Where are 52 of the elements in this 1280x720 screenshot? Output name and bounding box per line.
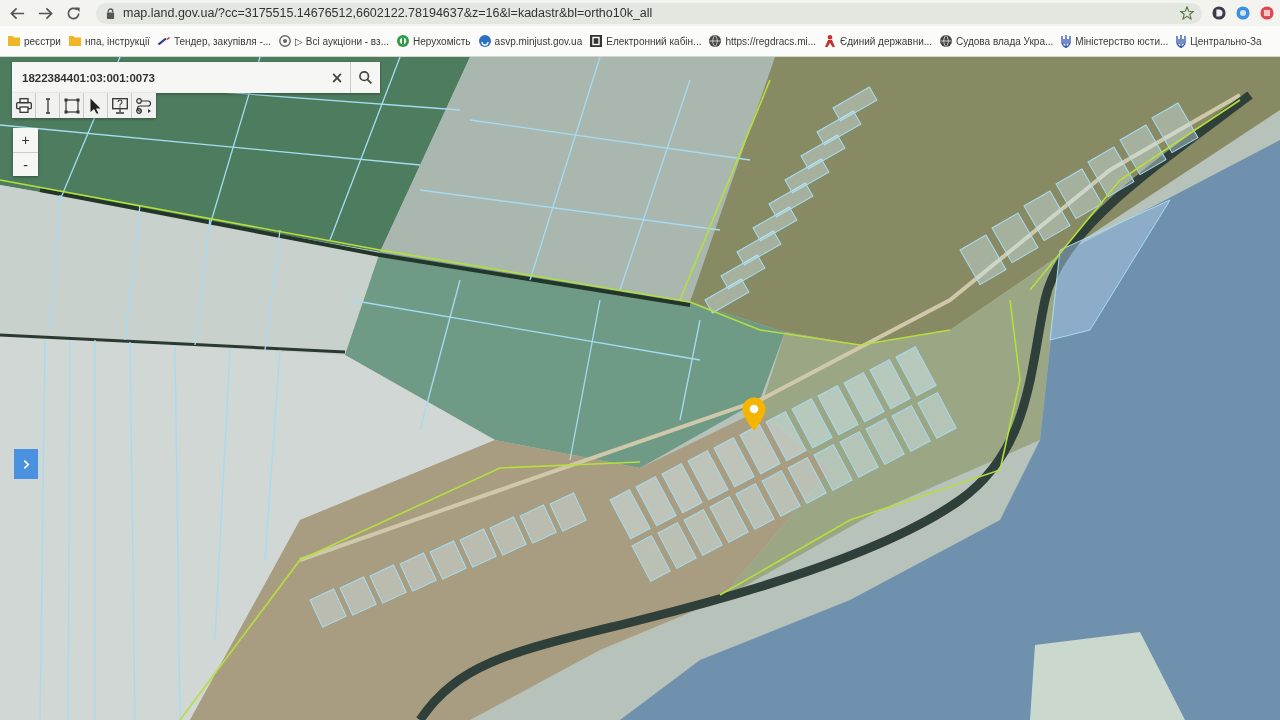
address-bar[interactable]: map.land.gov.ua/?cc=3175515.14676512,6602122.78194637&z=16&l=kadastr&bl=ortho10k_all [96,2,1202,24]
ring-icon [279,35,292,47]
bookmark-folder[interactable]: нпа, інструкції [64,30,154,52]
measure-distance-button[interactable] [36,93,60,118]
bookmark-link[interactable]: ▷ Всі аукціони - вз... [275,30,393,52]
search-icon [359,71,372,84]
zoom-in-button[interactable]: + [13,128,38,152]
search-field[interactable]: 1822384401:03:001:0073 [12,62,324,93]
select-button[interactable] [84,93,108,118]
chevron-right-icon [22,458,30,470]
bookmark-link[interactable]: Нерухомість [393,30,475,52]
ruler-icon [44,97,51,114]
bookmark-star-icon[interactable] [1180,6,1194,20]
bookmark-link[interactable]: Електронний кабін... [586,30,706,52]
forward-arrow-icon [37,5,53,21]
zoom-out-button[interactable]: - [13,152,38,176]
url-text: map.land.gov.ua/?cc=3175515.14676512,6602122.78194637&z=16&l=kadastr&bl=ortho10k_all [123,6,654,20]
lock-icon [106,7,115,19]
route-button[interactable] [132,93,156,118]
location-pin-icon [742,397,766,431]
back-arrow-icon [9,5,25,21]
globe-icon [940,35,953,47]
monitor-help-icon [111,97,128,114]
help-button[interactable] [108,93,132,118]
bookmark-folder[interactable]: реєстри [4,30,65,52]
pen-icon [157,37,170,45]
route-icon [136,97,152,114]
reload-icon [65,5,81,21]
folder-icon [8,36,20,46]
bookmark-link[interactable]: Єдиний державни... [820,30,937,52]
printer-icon [15,98,32,113]
bookmark-link[interactable]: Міністерство юсти... [1057,30,1173,52]
cursor-icon [90,97,101,114]
disc-icon [478,35,491,47]
square-frame-icon [63,97,80,114]
bookmark-link[interactable]: Центрально-За [1172,30,1266,52]
bookmark-link[interactable]: https://regdracs.mi... [705,30,821,52]
tile-icon [590,35,603,47]
globe-icon [709,35,722,47]
emblem-icon [397,35,409,47]
search-button[interactable] [350,62,380,93]
trident-icon [1176,34,1187,48]
extension-icon[interactable] [1212,6,1226,20]
bookmark-link[interactable]: Тендер, закупівля -... [153,30,276,52]
folder-icon [68,36,81,46]
clear-button[interactable]: × [324,62,350,93]
person-icon [824,35,837,47]
bookmark-link[interactable]: asvp.minjust.gov.ua [474,30,587,52]
bookmark-link[interactable]: Судова влада Укра... [936,30,1058,52]
print-button[interactable] [12,93,36,118]
trident-icon [1061,34,1072,48]
measure-area-button[interactable] [60,93,84,118]
